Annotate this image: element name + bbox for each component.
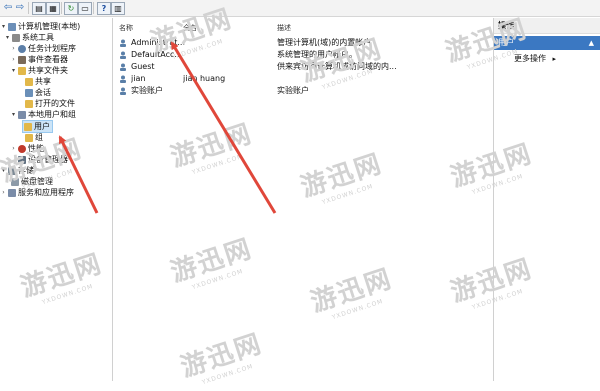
- user-icon: [119, 87, 127, 95]
- expand-icon[interactable]: ›: [10, 56, 17, 63]
- back-icon[interactable]: ⇦: [2, 2, 14, 13]
- console-tree: ▾ 计算机管理(本地) ▾ 系统工具 › 任务计划程序 › 事件查看器 ▾ 共享…: [0, 18, 113, 381]
- collapse-icon[interactable]: ▾: [0, 23, 7, 30]
- list-item[interactable]: 实验账户 实验账户: [117, 85, 489, 97]
- show-hide-tree-icon[interactable]: ▦: [46, 2, 60, 15]
- tree-open-files[interactable]: 打开的文件: [24, 98, 75, 109]
- shared-folder-icon: [18, 66, 26, 75]
- list-item[interactable]: Administrat... 管理计算机(域)的内置帐户: [117, 37, 489, 49]
- expand-icon[interactable]: ›: [0, 189, 7, 196]
- user-icon: [119, 39, 127, 47]
- tree-event-viewer[interactable]: › 事件查看器: [10, 54, 68, 65]
- tree-shares[interactable]: 共享: [24, 76, 51, 87]
- folder-icon: [24, 122, 32, 131]
- help-icon[interactable]: ?: [97, 2, 111, 15]
- toolbar: ⇦ ⇨ ▤ ▦ ↻ ▭ ? ▥: [0, 0, 600, 17]
- tree-local-users-groups[interactable]: ▾ 本地用户和组: [10, 109, 76, 120]
- user-name: Administrat...: [131, 38, 185, 47]
- tree-storage[interactable]: ▾ 存储: [0, 165, 34, 176]
- user-description: [277, 73, 477, 85]
- user-description: 管理计算机(域)的内置帐户: [277, 38, 372, 47]
- tree-sessions[interactable]: 会话: [24, 87, 51, 98]
- properties-icon[interactable]: ▥: [111, 2, 125, 15]
- open-files-icon: [25, 99, 33, 108]
- disk-icon: [11, 177, 19, 186]
- user-name: jian: [131, 74, 146, 83]
- sessions-icon: [25, 88, 33, 97]
- user-icon: [119, 51, 127, 59]
- folder-icon: [25, 133, 33, 142]
- tree-services-apps[interactable]: › 服务和应用程序: [0, 187, 74, 198]
- event-viewer-icon: [18, 55, 26, 64]
- tree-groups[interactable]: 组: [24, 132, 43, 143]
- user-fullname: [183, 37, 273, 49]
- collapse-up-icon[interactable]: ▲: [589, 36, 594, 50]
- users-groups-icon: [18, 110, 26, 119]
- tree-device-manager[interactable]: 设备管理器: [17, 154, 68, 165]
- tree-performance[interactable]: › 性能: [10, 143, 44, 154]
- actions-section-users[interactable]: 用户 ▲: [494, 36, 600, 50]
- folder-icon: [25, 77, 33, 86]
- user-fullname: [183, 49, 273, 61]
- computer-management-icon: [8, 22, 16, 31]
- services-icon: [8, 188, 16, 197]
- column-header-fullname[interactable]: 全名: [183, 23, 197, 33]
- expand-icon[interactable]: ›: [10, 45, 17, 52]
- storage-icon: [8, 166, 16, 175]
- user-description: 实验账户: [277, 86, 309, 95]
- list-item[interactable]: jian jian huang: [117, 73, 489, 85]
- actions-pane: 操作 用户 ▲ 更多操作 ▸: [494, 18, 600, 381]
- collapse-icon[interactable]: ▾: [4, 34, 11, 41]
- more-actions-link[interactable]: 更多操作 ▸: [514, 53, 556, 64]
- user-name: DefaultAcc...: [131, 50, 182, 59]
- column-header-name[interactable]: 名称: [119, 23, 133, 33]
- collapse-icon[interactable]: ▾: [10, 67, 17, 74]
- user-description: 系统管理的用户帐户。: [277, 50, 357, 59]
- user-description: 供来宾访问计算机或访问域的内...: [277, 62, 397, 71]
- user-name: 实验账户: [131, 86, 163, 95]
- user-name: Guest: [131, 62, 155, 71]
- performance-icon: [18, 144, 26, 153]
- tree-task-scheduler[interactable]: › 任务计划程序: [10, 43, 76, 54]
- collapse-icon[interactable]: ▾: [0, 167, 7, 174]
- forward-icon[interactable]: ⇨: [14, 2, 26, 13]
- submenu-arrow-icon: ▸: [552, 55, 557, 63]
- clock-icon: [18, 44, 26, 53]
- tree-system-tools[interactable]: ▾ 系统工具: [4, 32, 54, 43]
- user-icon: [119, 75, 127, 83]
- refresh-icon[interactable]: ↻: [64, 2, 78, 15]
- user-icon: [119, 63, 127, 71]
- tools-icon: [12, 33, 20, 42]
- list-item[interactable]: Guest 供来宾访问计算机或访问域的内...: [117, 61, 489, 73]
- export-icon[interactable]: ▭: [78, 2, 92, 15]
- device-manager-icon: [18, 155, 26, 164]
- tree-shared-folders[interactable]: ▾ 共享文件夹: [10, 65, 68, 76]
- list-item[interactable]: DefaultAcc... 系统管理的用户帐户。: [117, 49, 489, 61]
- column-header-description[interactable]: 描述: [277, 23, 291, 33]
- tree-disk-management[interactable]: 磁盘管理: [10, 176, 53, 187]
- user-fullname: jian huang: [183, 74, 226, 83]
- user-fullname: [183, 61, 273, 73]
- users-list: 名称 全名 描述 Administrat... 管理计算机(域)的内置帐户 De…: [113, 18, 494, 381]
- actions-title: 操作: [494, 18, 600, 34]
- up-icon[interactable]: ▤: [32, 2, 46, 15]
- tree-root[interactable]: ▾ 计算机管理(本地): [0, 21, 80, 32]
- collapse-icon[interactable]: ▾: [10, 111, 17, 118]
- expand-icon[interactable]: ›: [10, 145, 17, 152]
- user-fullname: [183, 85, 273, 97]
